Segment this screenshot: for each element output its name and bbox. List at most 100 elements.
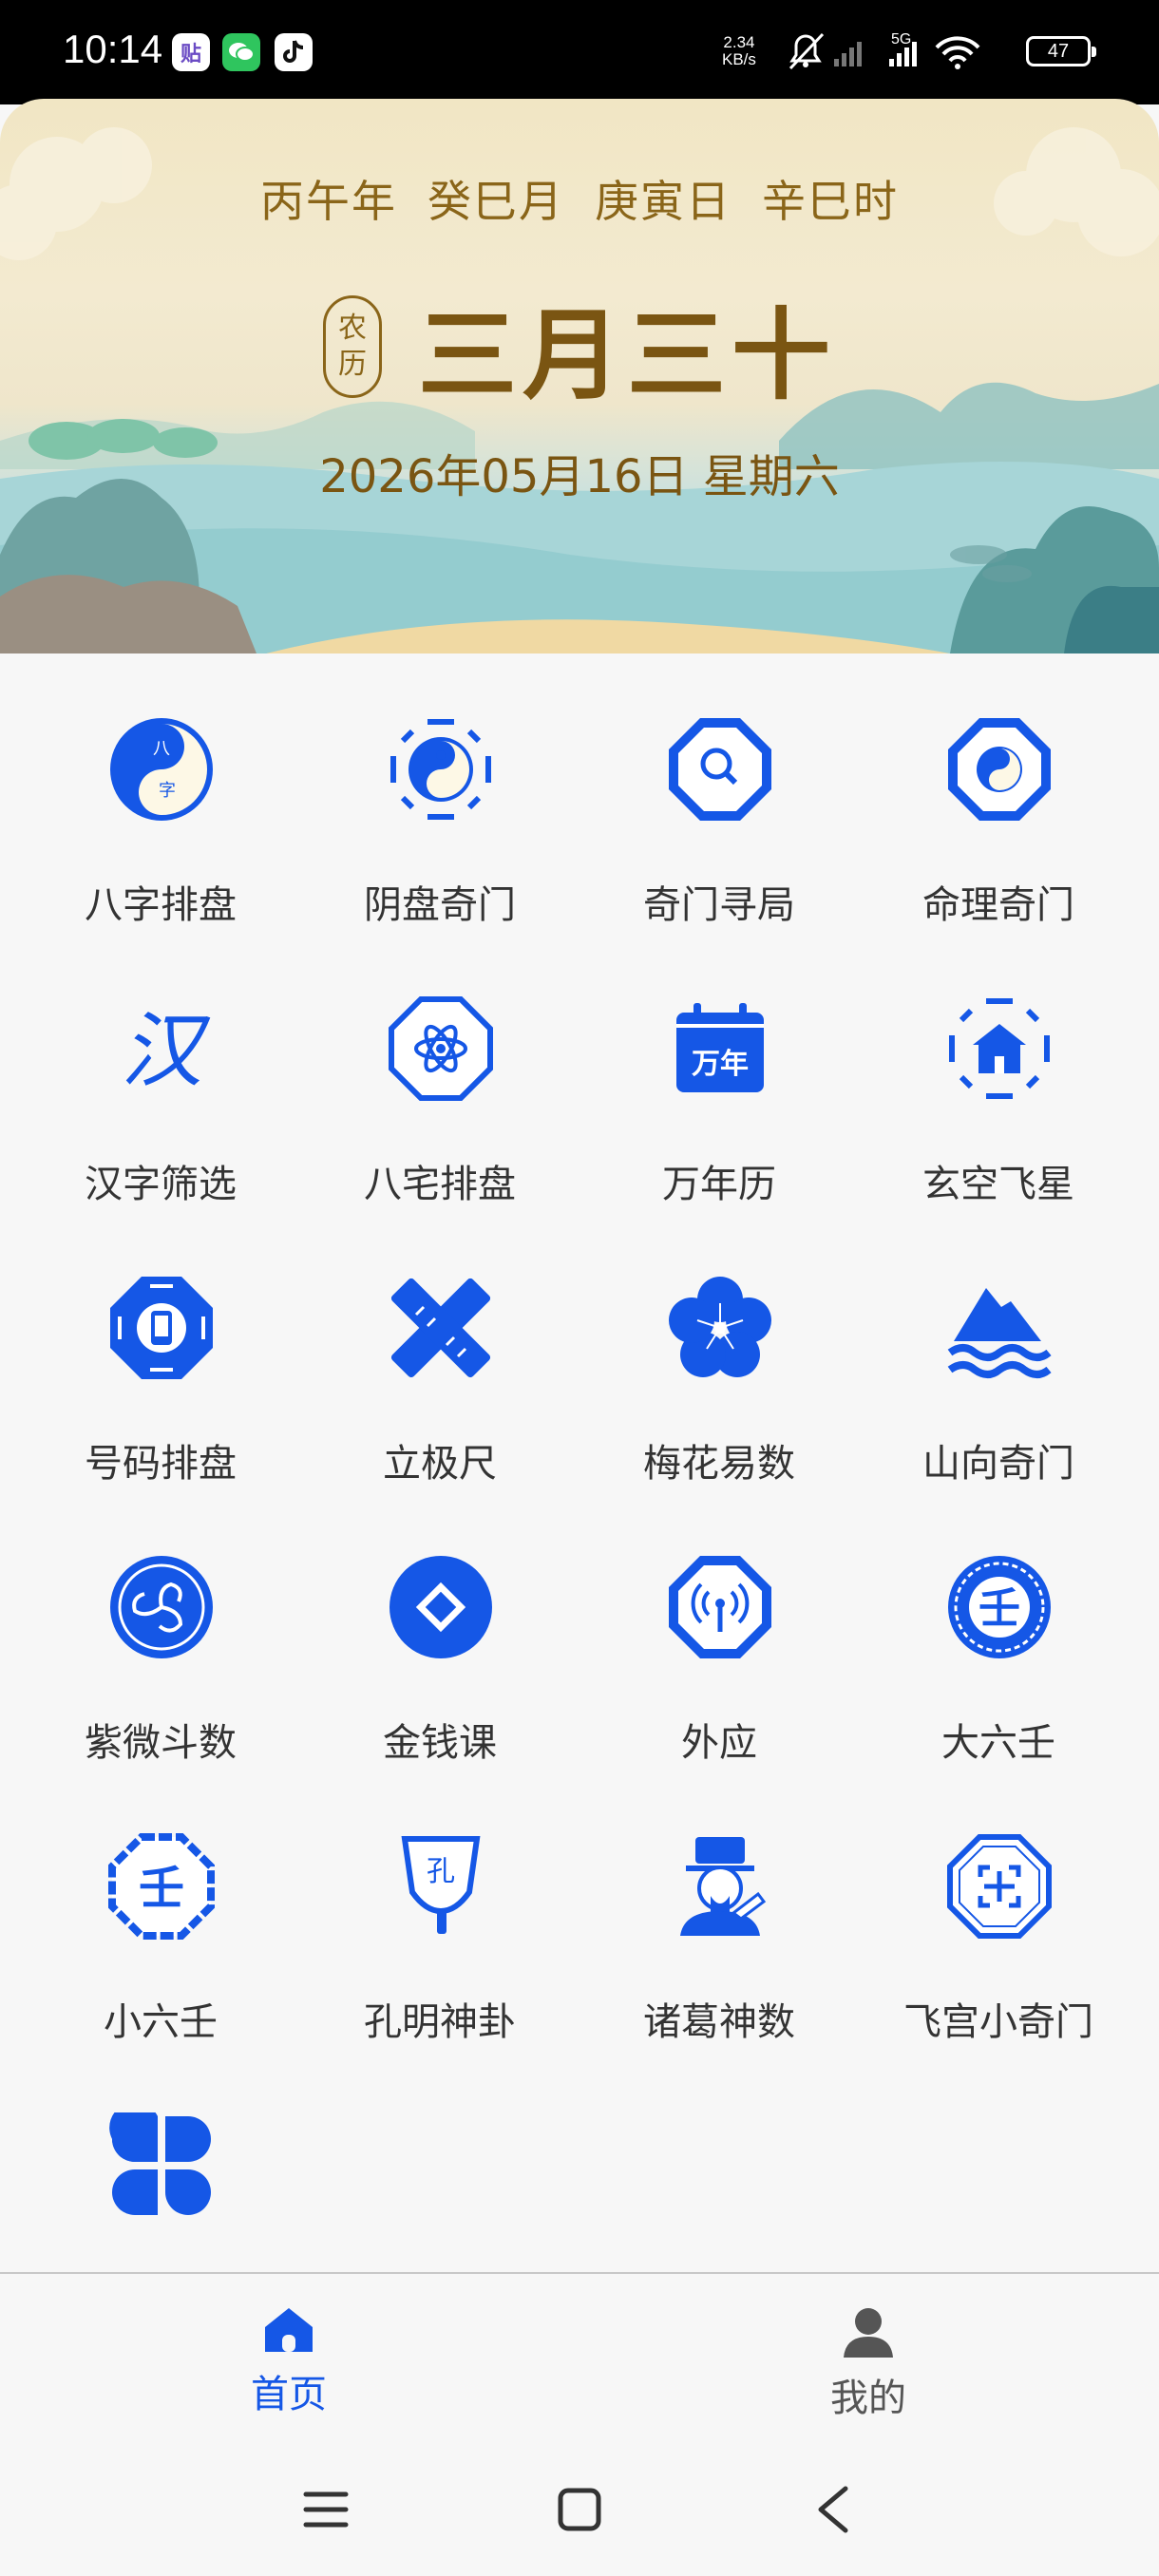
tool-hanzi-shaixuan[interactable]: 汉 汉字筛选: [21, 933, 300, 1212]
status-icons: 5G: [788, 31, 980, 70]
tool-xuankong-feixing[interactable]: 玄空飞星: [859, 933, 1138, 1212]
bagua-phone-icon: [110, 1277, 213, 1379]
tool-shanxiang-qimen[interactable]: 山向奇门: [859, 1212, 1138, 1491]
tool-label: 小六壬: [104, 2000, 218, 2044]
tieba-app-icon: 贴: [172, 33, 210, 71]
tool-label: 奇门寻局: [643, 883, 795, 927]
status-time: 10:14: [63, 27, 163, 71]
tool-liji-chi[interactable]: 立极尺: [300, 1212, 580, 1491]
gregorian-date: 2026年05月16日 星期六: [319, 450, 840, 503]
svg-text:壬: 壬: [978, 1584, 1020, 1633]
circle-ren-icon: 壬: [948, 1556, 1051, 1658]
tool-label: 诸葛神数: [643, 2000, 795, 2044]
tool-label: 号码排盘: [85, 1442, 237, 1486]
svg-text:万年: 万年: [692, 1048, 749, 1081]
ruler-icon: [390, 1278, 491, 1378]
date-header: 丙午年 癸巳月 庚寅日 辛巳时 农 历 三月三十 2026年05月16日 星期六: [0, 99, 1159, 653]
back-icon[interactable]: [815, 2485, 853, 2534]
month-ganzhi: 癸巳月: [428, 176, 564, 227]
tool-xiao-liuren[interactable]: 壬 小六壬: [21, 1771, 300, 2050]
signal-weak-icon: [834, 42, 862, 66]
tool-mingli-qimen[interactable]: 命理奇门: [859, 653, 1138, 933]
tool-label: 大六壬: [941, 1721, 1055, 1765]
lunar-date-row: 农 历 三月三十: [0, 275, 1159, 418]
tool-label: 万年历: [662, 1163, 776, 1206]
tool-bazi-paipan[interactable]: 八 字 八字排盘: [21, 653, 300, 933]
han-character-icon: 汉: [121, 1004, 211, 1099]
tool-label: 命理奇门: [922, 883, 1074, 927]
zhuge-portrait-icon: [680, 1837, 767, 1936]
tool-yinpan-qimen[interactable]: 阴盘奇门: [300, 653, 580, 933]
bagua-yinyang-icon: [390, 719, 491, 820]
tool-haoma-paipan[interactable]: 号码排盘: [21, 1212, 300, 1491]
mute-bell-icon: [788, 32, 825, 70]
year-ganzhi: 丙午年: [260, 176, 397, 227]
ganzhi-row: 丙午年 癸巳月 庚寅日 辛巳时: [0, 167, 1159, 230]
plum-blossom-icon: [669, 1277, 771, 1377]
tool-waiying[interactable]: 外应: [580, 1491, 859, 1771]
tiktok-icon: [275, 33, 313, 71]
tool-ziwei-doushu[interactable]: 紫微斗数: [21, 1491, 300, 1771]
person-icon: [844, 2308, 893, 2358]
system-nav-bar: [0, 2443, 1159, 2576]
wechat-icon: [222, 33, 260, 71]
feather-fan-icon: 孔: [401, 1836, 481, 1934]
tool-da-liuren[interactable]: 壬 大六壬: [859, 1491, 1138, 1771]
tool-label: 外应: [681, 1721, 757, 1765]
hour-ganzhi: 辛巳时: [762, 176, 899, 227]
home-icon: [265, 2308, 313, 2352]
svg-text:八: 八: [153, 739, 170, 759]
nav-home-label: 首页: [251, 2373, 327, 2416]
svg-text:孔: 孔: [427, 1855, 455, 1888]
tool-zhuge-shenshu[interactable]: 诸葛神数: [580, 1771, 859, 2050]
lunar-date: 三月三十: [417, 297, 836, 413]
tool-label: 梅花易数: [643, 1442, 795, 1486]
tool-jinqian-ke[interactable]: 金钱课: [300, 1491, 580, 1771]
octagon-search-icon: [669, 718, 771, 821]
wifi-icon: [935, 36, 980, 63]
mountain-water-icon: [947, 1288, 1052, 1378]
tool-label: 汉字筛选: [85, 1163, 237, 1206]
bottom-nav: 首页 我的: [0, 2272, 1159, 2443]
yinyang-bazi-icon: 八 字: [110, 718, 213, 821]
nav-home-tab[interactable]: 首页: [146, 2306, 431, 2418]
tool-label: 立极尺: [383, 1442, 497, 1486]
tool-label: 八宅排盘: [364, 1163, 516, 1206]
tool-feigong-xiaoqimen[interactable]: 飞宫小奇门: [859, 1771, 1138, 2050]
menu-icon[interactable]: [302, 2489, 350, 2530]
svg-text:壬: 壬: [139, 1862, 184, 1915]
calendar-icon: 万年: [676, 1003, 764, 1092]
octagon-atom-icon: [389, 996, 493, 1101]
nav-me-label: 我的: [830, 2377, 906, 2420]
tool-label: 八字排盘: [85, 883, 237, 927]
home-square-icon[interactable]: [557, 2487, 602, 2532]
svg-text:字: 字: [159, 781, 176, 801]
tool-label: 孔明神卦: [364, 2000, 516, 2044]
tool-label: 紫微斗数: [85, 1721, 237, 1765]
tool-label: 金钱课: [383, 1721, 497, 1765]
tool-meihua-yishu[interactable]: 梅花易数: [580, 1212, 859, 1491]
tool-label: 山向奇门: [922, 1442, 1074, 1486]
tool-kongming-shengua[interactable]: 孔 孔明神卦: [300, 1771, 580, 2050]
bagua-house-icon: [949, 998, 1050, 1099]
nav-me-tab[interactable]: 我的: [726, 2306, 1011, 2422]
day-ganzhi: 庚寅日: [595, 176, 732, 227]
battery-indicator: 47: [1026, 36, 1096, 66]
lunar-seal: 农 历: [322, 294, 382, 398]
coin-icon: [390, 1556, 492, 1658]
tool-wannianli[interactable]: 万年 万年历: [580, 933, 859, 1212]
tool-label: 飞宫小奇门: [903, 2000, 1093, 2044]
tool-qimen-xunju[interactable]: 奇门寻局: [580, 653, 859, 933]
swirl-circle-icon: [110, 1556, 213, 1658]
tool-bazhai-paipan[interactable]: 八宅排盘: [300, 933, 580, 1212]
octagon-grid-icon: [947, 1834, 1052, 1939]
octagon-signal-icon: [669, 1556, 771, 1658]
four-leaf-more-icon: [109, 2112, 211, 2215]
octagon-yinyang-icon: [948, 718, 1051, 821]
network-type: 5G: [891, 31, 911, 47]
bagua-ren-icon: 壬: [108, 1833, 215, 1940]
status-bar: 10:14 贴 2.34 KB/s 5G 47: [0, 0, 1159, 104]
tool-label: 玄空飞星: [922, 1163, 1074, 1206]
svg-text:汉: 汉: [121, 1004, 211, 1099]
net-speed: 2.34 KB/s: [722, 33, 756, 68]
